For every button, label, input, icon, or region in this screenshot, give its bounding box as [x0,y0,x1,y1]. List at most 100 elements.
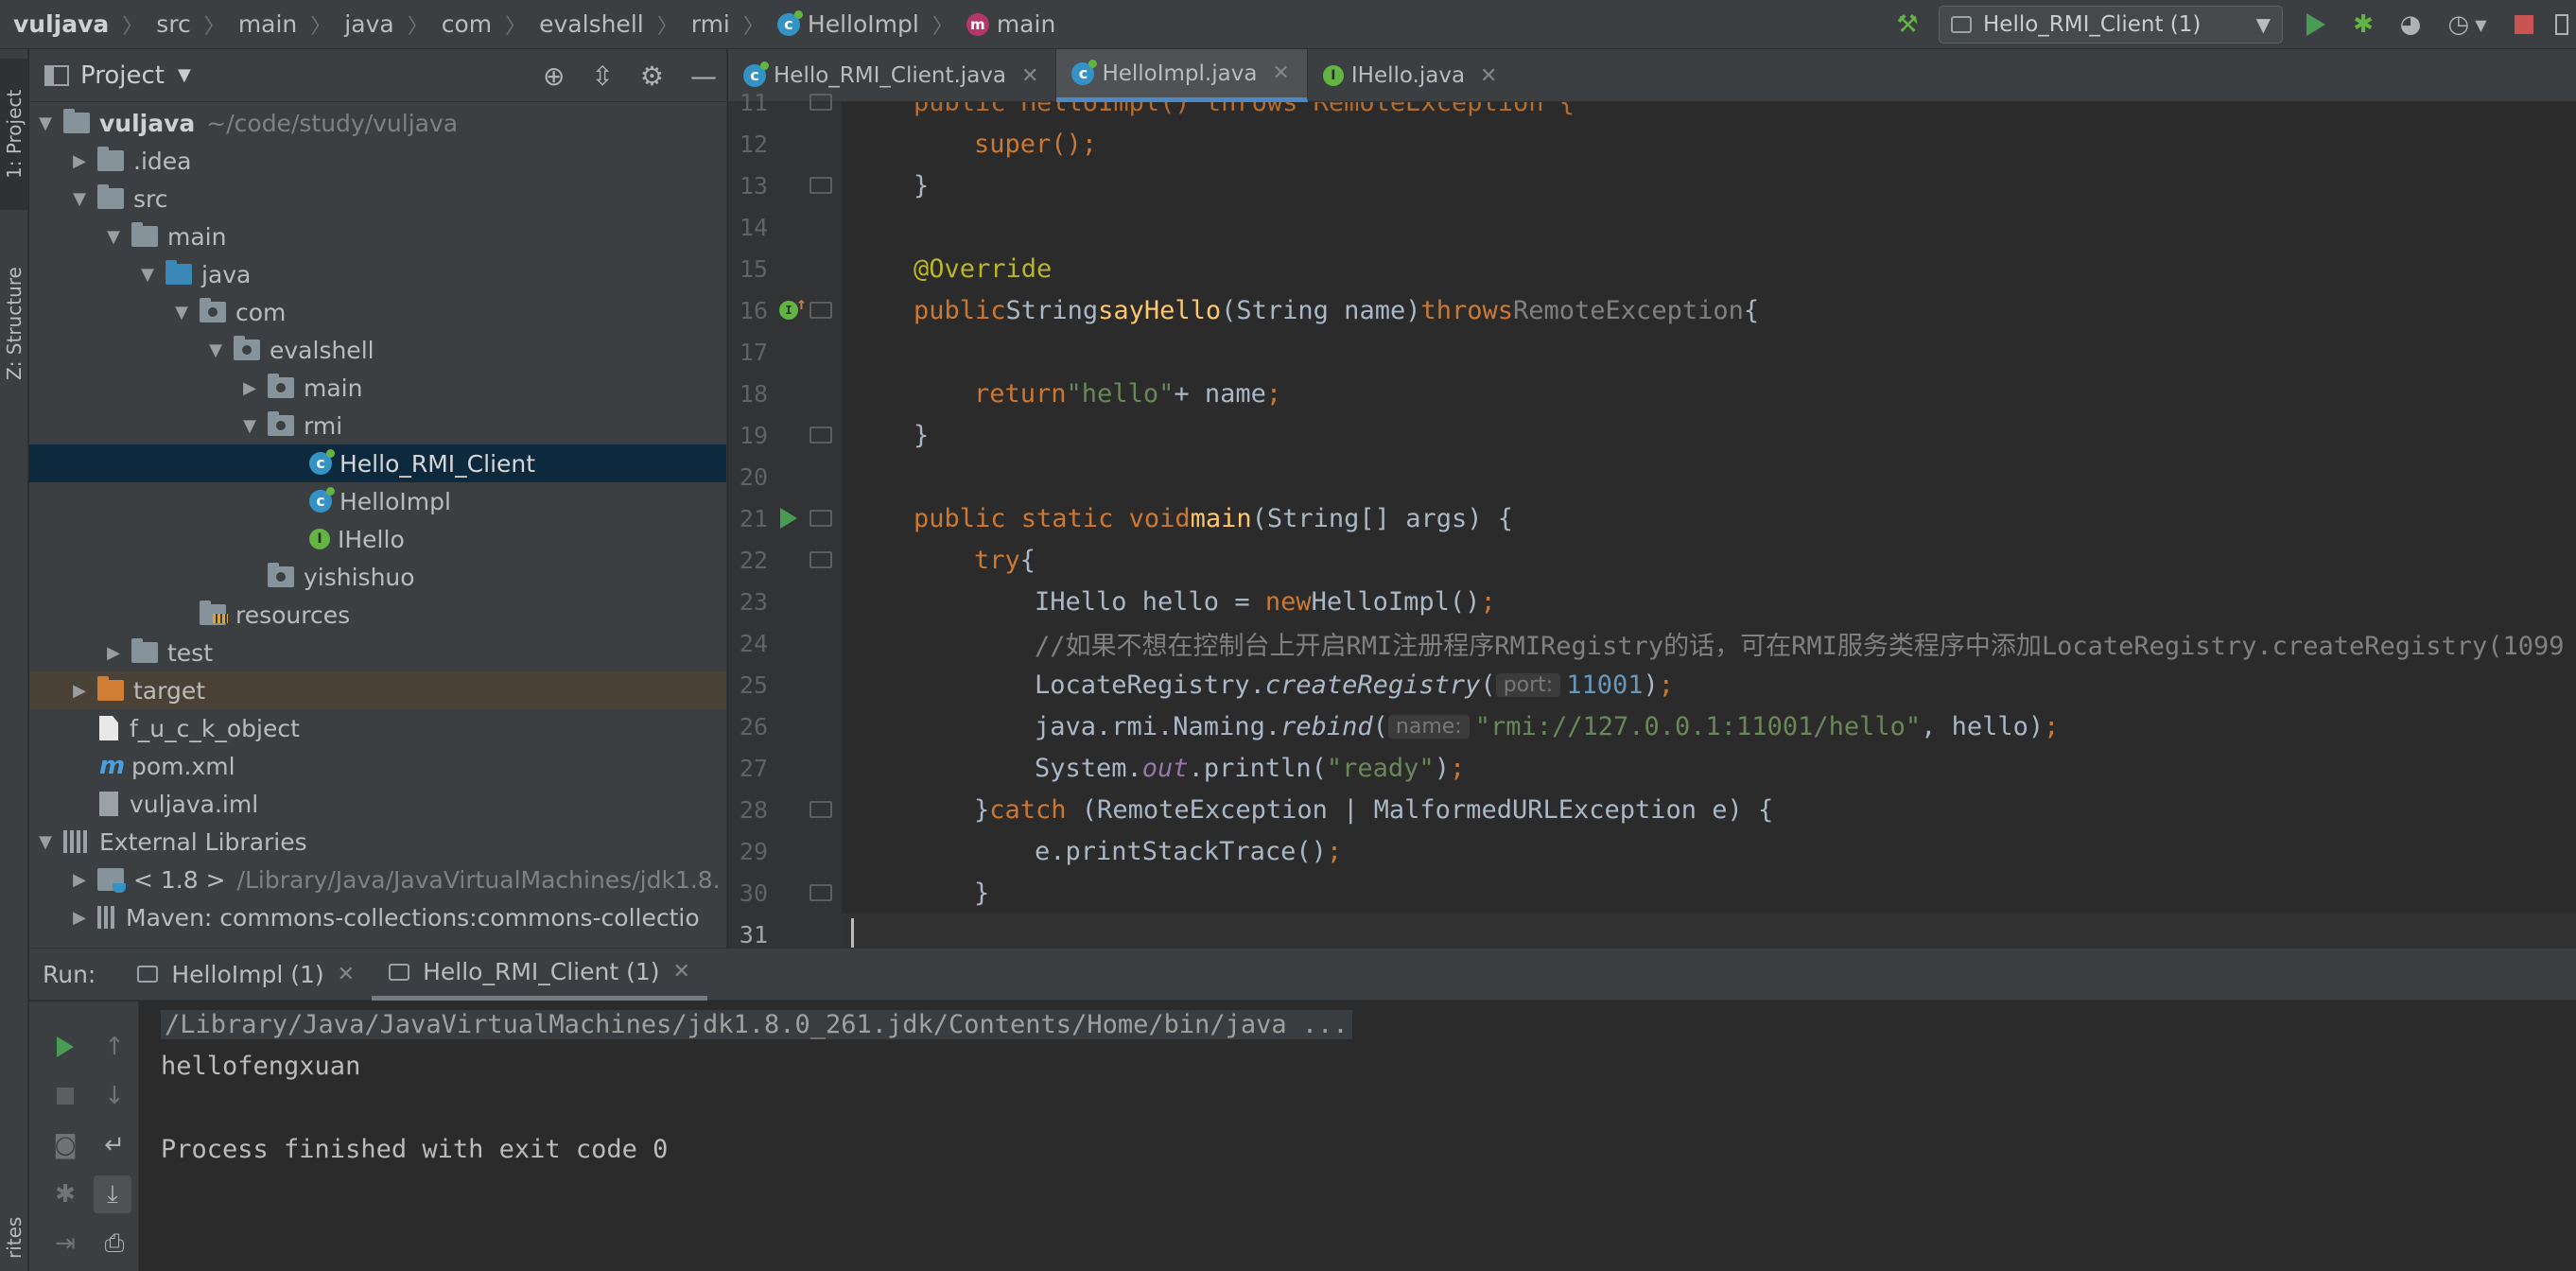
fold-icon[interactable] [809,884,832,901]
chevron-right-icon[interactable]: ▶ [239,378,260,398]
arrow-down-icon[interactable]: ↓ [96,1077,133,1115]
fold-icon[interactable] [809,551,832,568]
arrow-up-icon[interactable]: ↑ [96,1028,133,1066]
close-icon[interactable]: ✕ [1272,61,1289,85]
tree-item-java[interactable]: ▼ java [29,255,726,293]
folder-icon [97,147,124,171]
breadcrumb-item-evalshell[interactable]: evalshell [539,10,644,38]
chevron-down-icon[interactable]: ▼ [171,303,192,322]
tree-item-vuljava[interactable]: ▼ vuljava ~/code/study/vuljava [29,104,726,142]
tree-item-maven-commons[interactable]: ▶ Maven: commons-collections:commons-col… [29,898,726,936]
fold-icon[interactable] [809,94,832,111]
fold-icon[interactable] [809,510,832,527]
chevron-down-icon[interactable]: ▼ [103,227,124,247]
project-panel-title[interactable]: Project [80,61,165,90]
breadcrumb-item-main-method[interactable]: m main [966,10,1055,38]
fold-icon[interactable] [809,177,832,194]
fold-icon[interactable] [809,302,832,319]
close-icon[interactable]: ✕ [1480,64,1497,88]
chevron-down-icon[interactable]: ▼ [35,832,56,852]
close-icon[interactable]: ✕ [1021,64,1038,88]
fold-icon[interactable] [809,801,832,818]
tree-item-test[interactable]: ▶ test [29,634,726,671]
coverage-icon[interactable]: ◕ [2387,0,2434,49]
tree-item-main-package[interactable]: ▶ main [29,369,726,407]
tree-item-idea[interactable]: ▶ .idea [29,142,726,180]
tree-item-label: main [304,374,363,402]
collapse-all-icon[interactable]: ⇳ [591,61,613,92]
gear-icon[interactable]: ⚙ [640,61,664,92]
search-everywhere-icon[interactable] [2548,0,2576,49]
tree-item-vuljava-iml[interactable]: vuljava.iml [29,785,726,823]
tree-item-jdk[interactable]: ▶ < 1.8 > /Library/Java/JavaVirtualMachi… [29,861,726,898]
close-icon[interactable]: ✕ [338,963,355,986]
run-icon[interactable] [2292,0,2340,49]
chevron-down-icon[interactable]: ▼ [178,65,191,85]
chevron-right-icon[interactable]: ▶ [103,643,124,663]
chevron-down-icon[interactable]: ▼ [205,340,226,360]
tree-item-ihello[interactable]: I IHello [29,520,726,558]
soft-wrap-icon[interactable]: ↵ [96,1126,133,1164]
console-command[interactable]: /Library/Java/JavaVirtualMachines/jdk1.8… [161,1009,1352,1039]
chevron-down-icon[interactable]: ▼ [69,189,90,209]
breadcrumb-item-helloimpl[interactable]: c HelloImpl [776,9,919,38]
tree-item-main[interactable]: ▼ main [29,218,726,255]
implements-method-icon[interactable]: I [779,295,807,320]
chevron-right-icon[interactable]: ▶ [69,681,90,701]
structure-tool-tab[interactable]: Z: Structure [0,229,28,418]
tab-ihello[interactable]: I IHello.java ✕ [1308,49,1515,102]
debug-icon[interactable]: ✱ [2340,0,2387,49]
breadcrumb-item-main[interactable]: main [238,10,297,38]
tree-item-hello-rmi-client[interactable]: c Hello_RMI_Client [29,444,726,482]
stop-icon[interactable] [46,1077,84,1115]
run-console[interactable]: /Library/Java/JavaVirtualMachines/jdk1.8… [140,1001,2576,1271]
favorites-tool-tab[interactable]: rites [0,1205,28,1271]
stop-icon[interactable] [2500,0,2548,49]
profile-icon[interactable]: ◷ ▼ [2434,0,2500,49]
run-configuration-select[interactable]: Hello_RMI_Client (1) ▼ [1939,6,2283,44]
hammer-icon[interactable]: ⚒ [1884,0,1931,49]
chevron-right-icon[interactable]: ▶ [69,151,90,171]
fold-icon[interactable] [809,427,832,444]
chevron-right-icon[interactable]: ▶ [69,870,90,890]
camera-icon[interactable]: ◙ [46,1126,84,1164]
tree-item-fuck-object[interactable]: f_u_c_k_object [29,709,726,747]
tree-item-yishishuo[interactable]: yishishuo [29,558,726,596]
run-tab-helloimpl[interactable]: HelloImpl (1) ✕ [120,948,372,1001]
minimize-icon[interactable]: — [690,61,717,92]
chevron-right-icon[interactable]: ▶ [69,908,90,928]
chevron-down-icon[interactable]: ▼ [137,265,158,285]
package-icon [234,336,260,360]
tree-item-rmi[interactable]: ▼ rmi [29,407,726,444]
tree-item-src[interactable]: ▼ src [29,180,726,218]
login-icon[interactable]: ⇥ [46,1225,84,1262]
tab-helloimpl[interactable]: c HelloImpl.java ✕ [1056,49,1308,102]
breadcrumb-item-vuljava[interactable]: vuljava [13,10,109,38]
tree-item-helloimpl[interactable]: c HelloImpl [29,482,726,520]
chevron-down-icon[interactable]: ▼ [35,113,56,133]
breadcrumb-item-com[interactable]: com [442,10,492,38]
run-gutter-icon[interactable] [780,508,797,529]
scroll-to-end-icon[interactable]: ⤓ [94,1175,131,1213]
maven-icon: m [99,752,126,780]
tree-item-target[interactable]: ▶ target [29,671,726,709]
breadcrumb-item-src[interactable]: src [156,10,191,38]
close-icon[interactable]: ✕ [673,960,690,984]
tree-item-com[interactable]: ▼ com [29,293,726,331]
rerun-icon[interactable] [46,1028,84,1066]
tree-item-pom-xml[interactable]: m pom.xml [29,747,726,785]
chevron-down-icon[interactable]: ▼ [239,416,260,436]
run-tab-hello-rmi-client[interactable]: Hello_RMI_Client (1) ✕ [372,948,707,1001]
code-string: "ready" [1326,753,1435,783]
breadcrumb-item-rmi[interactable]: rmi [691,10,730,38]
print-icon[interactable]: ⎙ [96,1225,133,1262]
tree-item-resources[interactable]: resources [29,596,726,634]
project-tool-tab[interactable]: 1: Project [0,59,28,210]
code-editor[interactable]: public HelloImpl() throws RemoteExceptio… [842,102,2576,948]
tree-item-external-libraries[interactable]: ▼ External Libraries [29,823,726,861]
chevron-right-icon: 〉 [122,14,144,39]
target-icon[interactable]: ⊕ [543,61,565,92]
bug-icon[interactable]: ✱ [46,1175,84,1213]
tree-item-evalshell[interactable]: ▼ evalshell [29,331,726,369]
breadcrumb-item-java[interactable]: java [344,10,393,38]
